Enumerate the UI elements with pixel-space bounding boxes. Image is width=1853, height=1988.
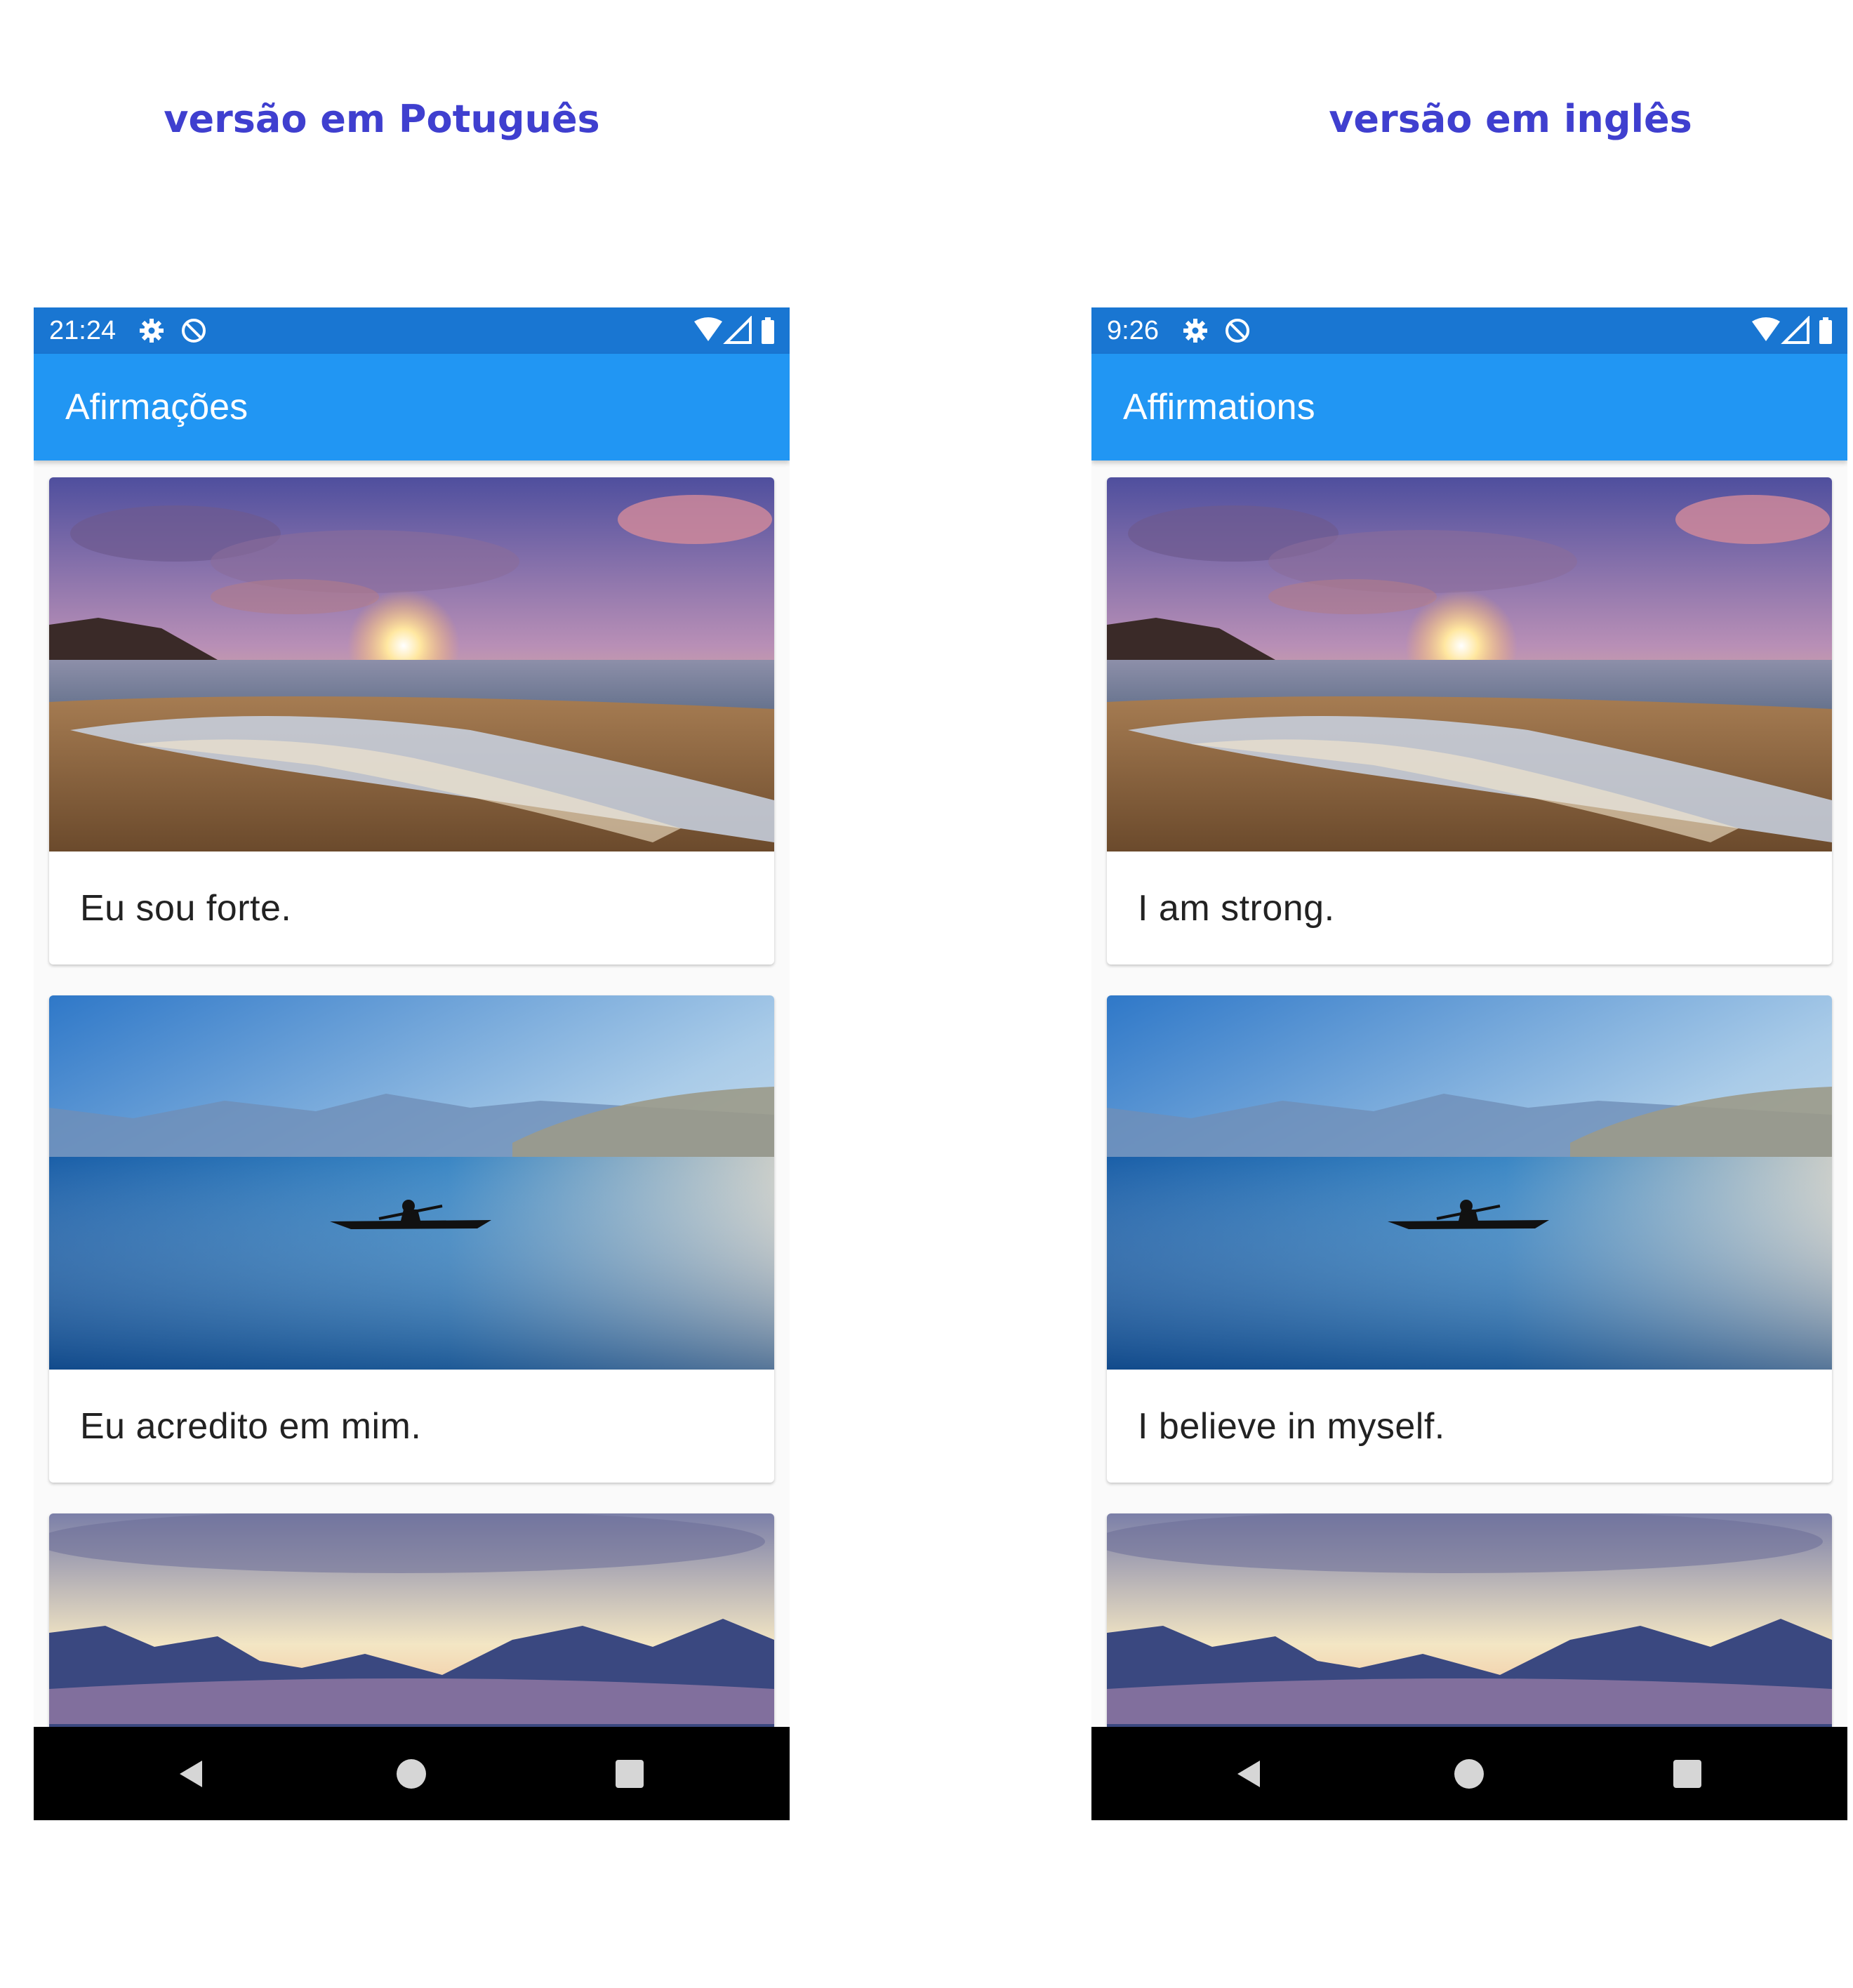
battery-icon <box>1819 320 1832 344</box>
status-time: 21:24 <box>49 316 117 345</box>
affirmation-card[interactable]: Eu acredito em mim. <box>49 995 774 1483</box>
affirmation-card[interactable]: I am strong. <box>1107 477 1832 965</box>
settings-icon <box>140 319 164 343</box>
back-icon[interactable] <box>174 1756 209 1791</box>
status-time: 9:26 <box>1107 316 1159 345</box>
phone-english: 9:26 Affirmations I am strong. I believe… <box>1091 307 1847 1820</box>
settings-icon <box>1183 319 1207 343</box>
wifi-icon <box>694 317 722 341</box>
data-saver-icon <box>1226 319 1249 343</box>
beach-sunset-image <box>49 477 774 851</box>
data-saver-icon <box>182 319 206 343</box>
status-bar: 9:26 <box>1091 307 1847 354</box>
affirmation-text: I believe in myself. <box>1138 1406 1445 1447</box>
back-icon[interactable] <box>1232 1756 1267 1791</box>
navigation-bar <box>34 1727 790 1820</box>
lake-kayak-image <box>1107 995 1832 1370</box>
caption-english: versão em inglês <box>1329 97 1692 141</box>
lake-kayak-image <box>49 995 774 1370</box>
home-icon[interactable] <box>1452 1756 1487 1791</box>
signal-icon <box>723 316 752 344</box>
status-bar: 21:24 <box>34 307 790 354</box>
recents-icon[interactable] <box>1670 1756 1705 1791</box>
app-title: Affirmations <box>1123 387 1315 428</box>
battery-icon <box>762 320 774 344</box>
affirmation-text: Eu acredito em mim. <box>80 1406 422 1447</box>
affirmation-text: I am strong. <box>1138 888 1335 929</box>
app-title: Afirmações <box>65 387 248 428</box>
signal-icon <box>1781 316 1809 344</box>
wifi-icon <box>1752 317 1780 341</box>
affirmation-text: Eu sou forte. <box>80 888 292 929</box>
caption-portuguese: versão em Potuguês <box>164 97 600 141</box>
beach-sunset-image <box>1107 477 1832 851</box>
phone-portuguese: 21:24 Afirmações Eu sou forte. Eu acredi… <box>34 307 790 1820</box>
navigation-bar <box>1091 1727 1847 1820</box>
recents-icon[interactable] <box>612 1756 647 1791</box>
home-icon[interactable] <box>394 1756 429 1791</box>
affirmation-card[interactable]: Eu sou forte. <box>49 477 774 965</box>
app-bar: Affirmations <box>1091 354 1847 460</box>
affirmation-card[interactable]: I believe in myself. <box>1107 995 1832 1483</box>
app-bar: Afirmações <box>34 354 790 460</box>
